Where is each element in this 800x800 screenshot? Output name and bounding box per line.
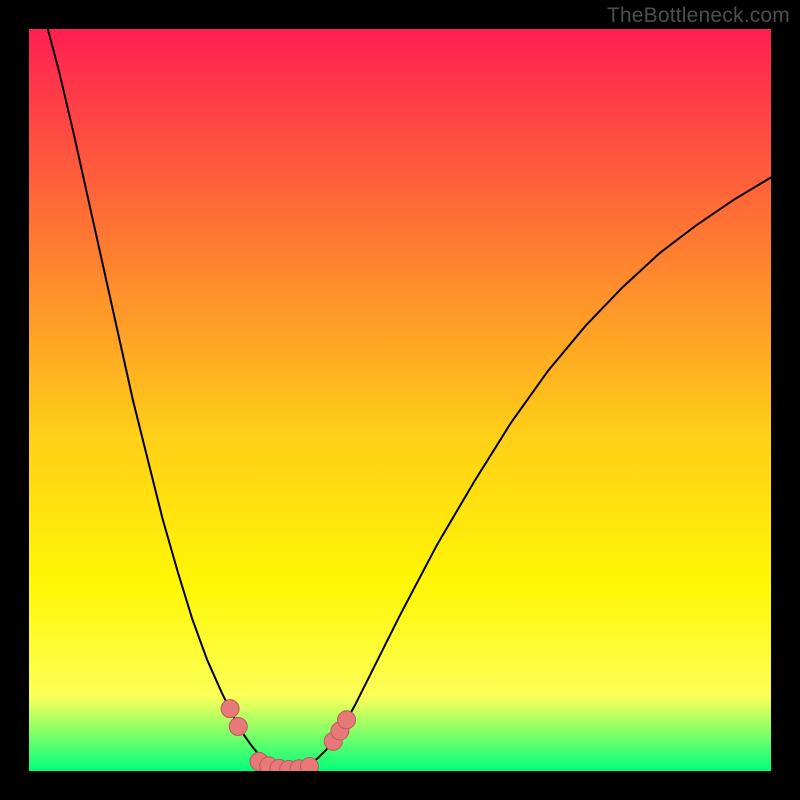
gradient-background bbox=[29, 29, 771, 771]
watermark-text: TheBottleneck.com bbox=[607, 4, 790, 28]
chart-svg bbox=[29, 29, 771, 771]
chart-frame: TheBottleneck.com bbox=[0, 0, 800, 800]
plot-area bbox=[29, 29, 771, 771]
marker-point bbox=[338, 711, 356, 729]
marker-point bbox=[229, 717, 247, 735]
marker-point bbox=[221, 700, 239, 718]
marker-point bbox=[300, 758, 318, 771]
